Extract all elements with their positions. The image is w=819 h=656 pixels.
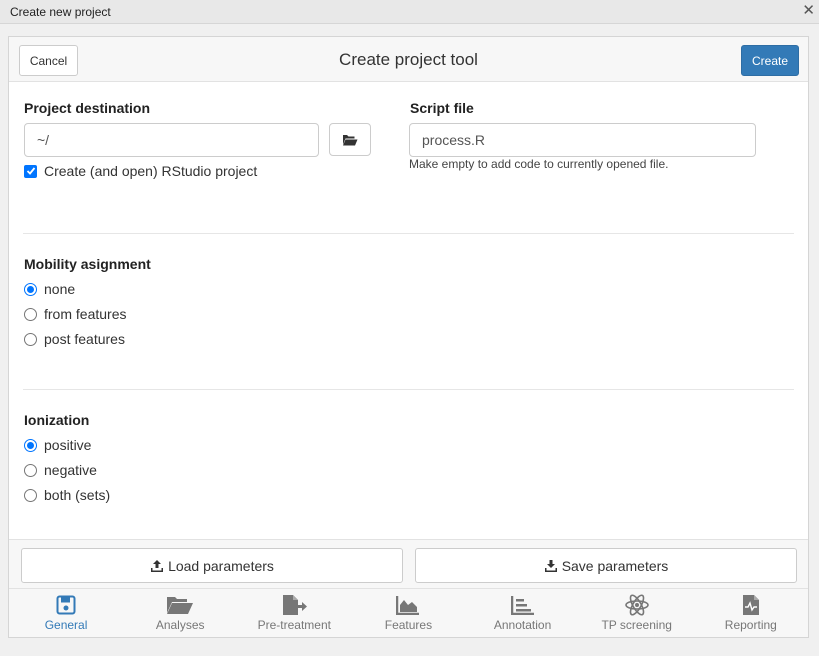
tab-label: General: [44, 618, 88, 632]
ionization-label: Ionization: [24, 412, 90, 428]
file-export-icon: [280, 593, 308, 617]
divider: [23, 233, 794, 234]
checkbox-checked-icon: [24, 164, 37, 178]
file-waveform-icon: [737, 593, 765, 617]
tab-label: Annotation: [493, 618, 552, 632]
area-chart-icon: [394, 593, 422, 617]
load-parameters-label: Load parameters: [168, 557, 274, 574]
divider: [23, 389, 794, 390]
project-destination-input[interactable]: ~/: [24, 123, 319, 157]
mobility-option-from-features[interactable]: from features: [24, 306, 126, 322]
tab-pre-treatment[interactable]: Pre-treatment: [237, 589, 351, 638]
ionization-option-both[interactable]: both (sets): [24, 487, 110, 503]
save-parameters-label: Save parameters: [561, 557, 669, 574]
tab-annotation[interactable]: Annotation: [466, 589, 580, 638]
radio-unselected-icon: [24, 488, 37, 502]
folder-open-icon: [343, 135, 358, 146]
download-icon: [544, 559, 557, 572]
tab-label: Features: [384, 618, 433, 632]
close-icon[interactable]: ✕: [802, 1, 815, 19]
project-destination-label: Project destination: [24, 100, 151, 116]
tab-label: Pre-treatment: [257, 618, 331, 632]
window-titlebar: Create new project ✕: [0, 0, 819, 24]
tab-tp-screening[interactable]: TP screening: [580, 589, 694, 638]
create-rstudio-project-checkbox[interactable]: Create (and open) RStudio project: [24, 163, 257, 179]
radio-label: both (sets): [44, 487, 111, 503]
bar-list-icon: [509, 593, 537, 617]
radio-selected-icon: [24, 282, 37, 296]
mobility-assignment-label: Mobility asignment: [24, 256, 151, 272]
script-file-input[interactable]: process.R: [409, 123, 756, 157]
tab-features[interactable]: Features: [351, 589, 465, 638]
ionization-option-positive[interactable]: positive: [24, 437, 91, 453]
tab-analyses[interactable]: Analyses: [123, 589, 237, 638]
radio-label: from features: [44, 306, 127, 322]
save-icon: [52, 593, 80, 617]
dialog-title: Create project tool: [339, 50, 478, 69]
script-file-label: Script file: [410, 100, 474, 116]
upload-icon: [151, 559, 164, 572]
create-rstudio-project-label: Create (and open) RStudio project: [44, 163, 258, 179]
save-parameters-button[interactable]: Save parameters: [415, 548, 797, 583]
ionization-option-negative[interactable]: negative: [24, 462, 97, 478]
atom-icon: [623, 593, 651, 617]
dialog-header: Cancel Create project tool Create: [9, 37, 808, 82]
radio-label: post features: [44, 331, 125, 347]
radio-selected-icon: [24, 438, 37, 452]
mobility-option-post-features[interactable]: post features: [24, 331, 125, 347]
tab-label: Reporting: [724, 618, 777, 632]
tab-general[interactable]: General: [9, 589, 123, 638]
create-project-dialog: Cancel Create project tool Create Projec…: [8, 36, 809, 638]
tab-label: Analyses: [155, 618, 205, 632]
radio-unselected-icon: [24, 307, 37, 321]
dialog-footer: Load parameters Save parameters General: [9, 539, 808, 637]
browse-folder-button[interactable]: [329, 123, 371, 156]
load-parameters-button[interactable]: Load parameters: [21, 548, 403, 583]
tab-label: TP screening: [601, 618, 672, 632]
tab-reporting[interactable]: Reporting: [694, 589, 808, 638]
section-tabs: General Analyses Pre-treatment Features …: [9, 588, 808, 638]
radio-label: positive: [44, 437, 92, 453]
folder-open-icon: [166, 593, 194, 617]
create-button[interactable]: Create: [741, 45, 799, 76]
mobility-option-none[interactable]: none: [24, 281, 75, 297]
radio-label: none: [44, 281, 76, 297]
radio-label: negative: [44, 462, 97, 478]
radio-unselected-icon: [24, 463, 37, 477]
script-file-help: Make empty to add code to currently open…: [409, 157, 669, 171]
radio-unselected-icon: [24, 332, 37, 346]
window-title: Create new project: [10, 5, 111, 19]
